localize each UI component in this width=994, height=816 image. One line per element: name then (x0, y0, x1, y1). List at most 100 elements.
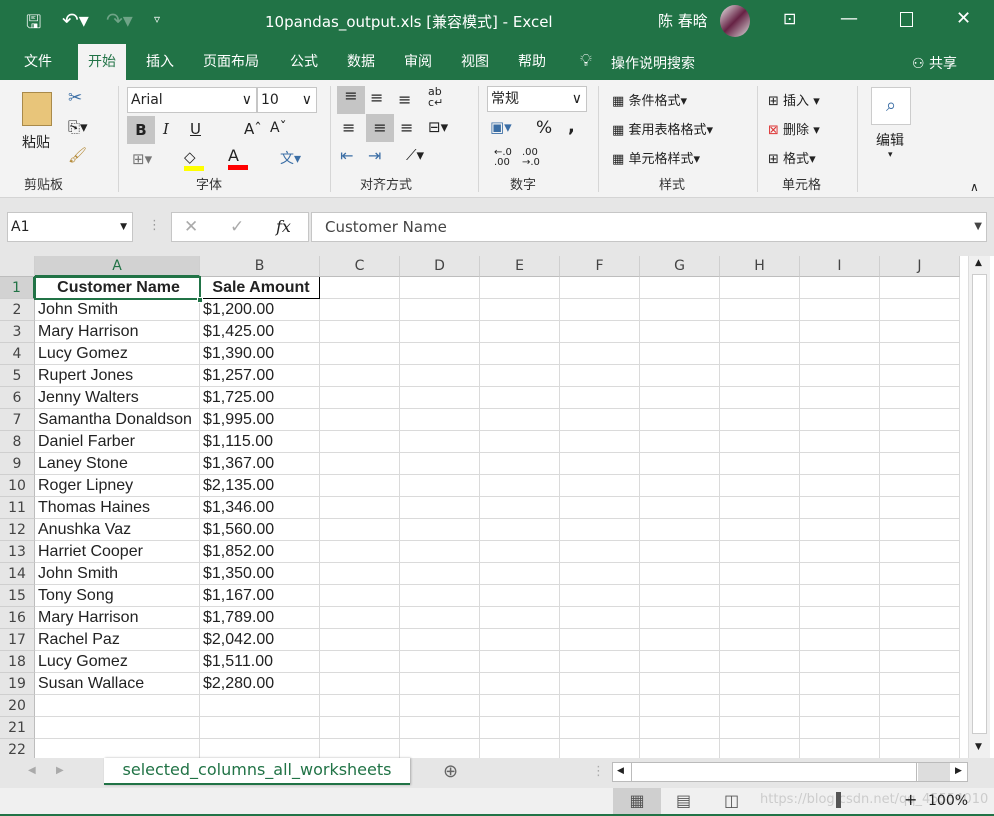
cell-C13[interactable] (320, 541, 400, 563)
cell-C3[interactable] (320, 321, 400, 343)
cancel-icon[interactable]: ✕ (184, 217, 198, 237)
zoom-in-icon[interactable]: + (904, 790, 917, 809)
cell-J22[interactable] (880, 739, 960, 758)
cell-F14[interactable] (560, 563, 640, 585)
cell-E13[interactable] (480, 541, 560, 563)
cell-C14[interactable] (320, 563, 400, 585)
cell-H9[interactable] (720, 453, 800, 475)
cell-J15[interactable] (880, 585, 960, 607)
search-icon[interactable]: ⌕ (871, 87, 911, 125)
percent-button[interactable]: % (536, 118, 552, 138)
cell-G5[interactable] (640, 365, 720, 387)
cell-E3[interactable] (480, 321, 560, 343)
align-left-icon[interactable]: ≡ (342, 118, 355, 137)
cell-J14[interactable] (880, 563, 960, 585)
cell-C19[interactable] (320, 673, 400, 695)
cell-H1[interactable] (720, 277, 800, 299)
conditional-format-button[interactable]: ▦ 条件格式▾ (612, 90, 687, 109)
cell-G3[interactable] (640, 321, 720, 343)
cell-D11[interactable] (400, 497, 480, 519)
comma-button[interactable]: , (568, 116, 575, 137)
cell-A13[interactable]: Harriet Cooper (35, 541, 200, 563)
row-header-13[interactable]: 13 (0, 541, 35, 563)
cell-J19[interactable] (880, 673, 960, 695)
name-box[interactable]: A1 ▼ (7, 212, 133, 242)
cell-B20[interactable] (200, 695, 320, 717)
cut-icon[interactable]: ✂ (68, 88, 82, 108)
cell-I15[interactable] (800, 585, 880, 607)
paste-button[interactable]: 粘贴 (22, 132, 50, 152)
orientation-icon[interactable]: ⟋▾ (406, 146, 424, 164)
phonetic-icon[interactable]: 文▾ (280, 148, 301, 168)
cell-G6[interactable] (640, 387, 720, 409)
cell-E8[interactable] (480, 431, 560, 453)
tab-0[interactable]: 文件 (14, 44, 62, 80)
cell-J12[interactable] (880, 519, 960, 541)
insert-function-button[interactable]: fx (276, 217, 291, 236)
cell-D18[interactable] (400, 651, 480, 673)
column-header-C[interactable]: C (320, 256, 400, 277)
cell-B2[interactable]: $1,200.00 (200, 299, 320, 321)
cell-I6[interactable] (800, 387, 880, 409)
cell-B18[interactable]: $1,511.00 (200, 651, 320, 673)
cell-A4[interactable]: Lucy Gomez (35, 343, 200, 365)
tab-8[interactable]: 帮助 (508, 44, 556, 80)
cell-E21[interactable] (480, 717, 560, 739)
minimize-icon[interactable]: — (840, 8, 858, 29)
cell-H22[interactable] (720, 739, 800, 758)
cell-J11[interactable] (880, 497, 960, 519)
increase-indent-icon[interactable]: ⇥ (368, 146, 381, 165)
cell-A3[interactable]: Mary Harrison (35, 321, 200, 343)
cell-I3[interactable] (800, 321, 880, 343)
cell-G9[interactable] (640, 453, 720, 475)
cell-E17[interactable] (480, 629, 560, 651)
cell-F22[interactable] (560, 739, 640, 758)
cell-E7[interactable] (480, 409, 560, 431)
cell-I11[interactable] (800, 497, 880, 519)
row-header-12[interactable]: 12 (0, 519, 35, 541)
cell-F12[interactable] (560, 519, 640, 541)
cell-D5[interactable] (400, 365, 480, 387)
cell-H18[interactable] (720, 651, 800, 673)
row-header-16[interactable]: 16 (0, 607, 35, 629)
tab-3[interactable]: 页面布局 (193, 44, 269, 80)
cell-G1[interactable] (640, 277, 720, 299)
cell-C1[interactable] (320, 277, 400, 299)
zoom-level[interactable]: 100% (928, 793, 968, 809)
cell-J9[interactable] (880, 453, 960, 475)
font-name-select[interactable]: Arial ∨ (127, 87, 257, 113)
maximize-icon[interactable] (900, 12, 913, 27)
cell-E20[interactable] (480, 695, 560, 717)
row-header-5[interactable]: 5 (0, 365, 35, 387)
number-format-select[interactable]: 常规 ∨ (487, 86, 587, 112)
cell-H14[interactable] (720, 563, 800, 585)
align-center-icon[interactable]: ≡ (366, 114, 394, 142)
insert-cells-button[interactable]: ⊞ 插入 ▾ (768, 90, 820, 109)
underline-button[interactable]: U (190, 120, 201, 138)
cell-J8[interactable] (880, 431, 960, 453)
decrease-decimal-icon[interactable]: .00 →.0 (522, 148, 540, 168)
cell-A9[interactable]: Laney Stone (35, 453, 200, 475)
vertical-scrollbar[interactable]: ▲ ▼ (968, 256, 990, 758)
scroll-up-icon[interactable]: ▲ (975, 258, 982, 268)
cell-H19[interactable] (720, 673, 800, 695)
row-header-8[interactable]: 8 (0, 431, 35, 453)
cell-A2[interactable]: John Smith (35, 299, 200, 321)
cell-H3[interactable] (720, 321, 800, 343)
cell-G7[interactable] (640, 409, 720, 431)
scroll-down-icon[interactable]: ▼ (975, 742, 982, 752)
cell-I14[interactable] (800, 563, 880, 585)
font-size-select[interactable]: 10 ∨ (257, 87, 317, 113)
cell-J20[interactable] (880, 695, 960, 717)
cell-D21[interactable] (400, 717, 480, 739)
tab-6[interactable]: 审阅 (394, 44, 442, 80)
cell-D15[interactable] (400, 585, 480, 607)
cell-I8[interactable] (800, 431, 880, 453)
cell-C4[interactable] (320, 343, 400, 365)
cell-D1[interactable] (400, 277, 480, 299)
cell-G17[interactable] (640, 629, 720, 651)
cell-D8[interactable] (400, 431, 480, 453)
cell-C9[interactable] (320, 453, 400, 475)
italic-button[interactable]: I (163, 120, 169, 138)
cell-J1[interactable] (880, 277, 960, 299)
